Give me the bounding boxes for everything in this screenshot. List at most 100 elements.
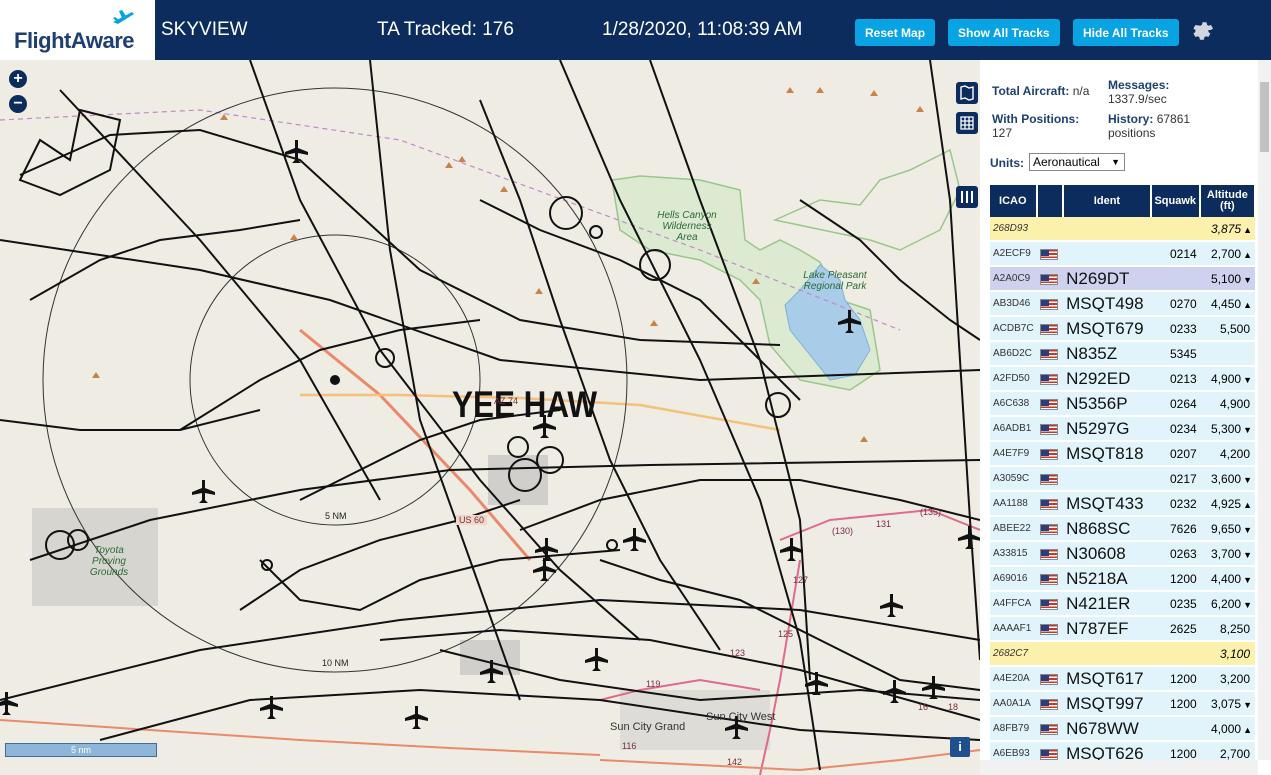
row-altitude: 2,700 ▲ [1199,241,1255,267]
flightaware-logo[interactable]: FlightAware [0,0,155,60]
scrollbar-thumb[interactable] [1260,82,1269,152]
row-icao: AA0A1A [990,691,1037,717]
zoom-out-button[interactable]: − [9,95,27,113]
map-layers-button[interactable] [956,82,978,104]
airplane-logo-icon [113,10,134,24]
row-ident [1063,217,1151,242]
map-view[interactable]: + − YEE HAW Hells Canyon Wilderness Area… [0,60,980,775]
with-positions-label: With Positions: [992,112,1080,126]
altitude-value: 5,300 [1211,421,1242,436]
table-row[interactable]: AB6D2C N835Z 5345 [990,341,1255,367]
table-row[interactable]: A4E20A MSQT617 1200 3,200 [990,666,1255,692]
row-flag [1036,541,1064,567]
row-squawk: 0233 [1150,316,1200,342]
table-row[interactable]: A3059C 0217 3,600 ▼ [990,466,1255,492]
col-ident[interactable]: Ident [1063,185,1152,217]
table-row[interactable]: A69016 N5218A 1200 4,400 ▼ [990,566,1255,592]
altitude-value: 3,075 [1211,696,1242,711]
table-row[interactable]: ACDB7C MSQT679 0233 5,500 [990,316,1255,342]
altitude-value: 3,200 [1219,671,1250,686]
altitude-value: 4,900 [1211,371,1242,386]
info-button[interactable]: i [950,737,970,757]
us-flag-icon [1039,423,1058,435]
row-flag [1036,566,1064,592]
us-flag-icon [1039,598,1058,610]
altitude-trend-icon: ▼ [1243,549,1252,560]
reset-map-button[interactable]: Reset Map [855,19,936,46]
col-flag[interactable] [1036,185,1065,217]
altitude-trend-icon: ▼ [1243,374,1252,385]
aircraft-table: ICAO Ident Squawk Altitude (ft) 268D93 3,… [990,185,1257,767]
row-squawk: 1200 [1150,691,1200,717]
table-row[interactable]: A4FFCA N421ER 0235 6,200 ▼ [990,591,1255,617]
table-row[interactable]: AA1188 MSQT433 0232 4,925 ▲ [990,491,1255,517]
row-altitude: 4,900 [1199,391,1255,417]
road-label-16: 16 [918,702,929,712]
table-row[interactable]: AB3D46 MSQT498 0270 4,450 ▲ [990,291,1255,317]
row-flag [1036,491,1064,517]
show-all-tracks-button[interactable]: Show All Tracks [948,19,1060,46]
park-boundary [772,148,961,251]
grid-toggle-button[interactable] [956,112,978,134]
row-ident: N678WW [1063,716,1151,742]
table-row[interactable]: ABEE22 N868SC 7626 9,650 ▼ [990,516,1255,542]
row-ident [1063,641,1151,667]
row-squawk: 0214 [1150,241,1200,267]
row-squawk: 1200 [1150,566,1200,592]
table-row[interactable]: A4E7F9 MSQT818 0207 4,200 [990,441,1255,467]
table-row[interactable]: 268D93 3,875 ▲ [990,217,1255,242]
altitude-trend-icon: ▲ [1243,249,1252,260]
row-icao: A6C638 [990,391,1037,417]
row-altitude: 3,600 ▼ [1199,466,1255,492]
us-flag-icon [1039,448,1058,460]
table-row[interactable]: AAAAF1 N787EF 2625 8,250 [990,616,1255,642]
history-stat: History: 67861 positions [1108,112,1218,140]
columns-icon [961,191,973,203]
table-row[interactable]: A2FD50 N292ED 0213 4,900 ▼ [990,366,1255,392]
units-select[interactable]: Aeronautical ▼ [1029,153,1125,171]
zoom-in-button[interactable]: + [9,70,27,88]
road-us60 [299,328,532,561]
table-row[interactable]: AA0A1A MSQT997 1200 3,075 ▼ [990,691,1255,717]
row-altitude: 5,300 ▼ [1199,416,1255,442]
altitude-value: 4,200 [1219,446,1250,461]
grid-icon [960,116,974,130]
with-positions-value: 127 [992,126,1013,140]
row-flag [1036,716,1064,742]
table-row[interactable]: A8FB79 N678WW 4,000 ▲ [990,716,1255,742]
row-icao: A3059C [990,466,1037,492]
road-label-127: 127 [793,575,809,585]
table-row[interactable]: 2682C7 3,100 [990,641,1255,667]
row-squawk: 0270 [1150,291,1200,317]
units-value: Aeronautical [1033,155,1100,169]
us-flag-icon [1039,548,1058,560]
col-icao[interactable]: ICAO [990,185,1038,217]
altitude-value: 5,100 [1211,271,1242,286]
sidebar-scrollbar[interactable] [1258,60,1271,760]
table-row[interactable]: A33815 N30608 0263 3,700 ▼ [990,541,1255,567]
us-flag-icon [1039,623,1058,635]
altitude-trend-icon: ▼ [1243,474,1252,485]
gear-icon[interactable] [1190,17,1214,41]
col-squawk[interactable]: Squawk [1150,185,1201,217]
row-flag [1036,391,1064,417]
place-sun-city-west: Sun City West [706,711,776,723]
receiver-site [330,375,340,385]
row-ident: N30608 [1063,541,1151,567]
table-row[interactable]: A6ADB1 N5297G 0234 5,300 ▼ [990,416,1255,442]
total-aircraft-label: Total Aircraft: [992,84,1070,98]
sidebar-horizontal-scrollbar[interactable] [980,760,1258,775]
table-row[interactable]: A6C638 N5356P 0264 4,900 [990,391,1255,417]
col-altitude[interactable]: Altitude (ft) [1199,185,1257,217]
area-label-lake-pleasant: Lake Pleasant Regional Park [803,270,867,292]
row-altitude: 4,200 [1199,441,1255,467]
row-altitude: 3,875 ▲ [1199,217,1255,242]
total-aircraft-value: n/a [1072,84,1090,98]
row-squawk: 0234 [1150,416,1200,442]
row-ident: MSQT997 [1063,691,1151,717]
table-row[interactable]: A2A0C9 N269DT 5,100 ▼ [990,266,1255,292]
history-label: History: [1108,112,1154,126]
hide-all-tracks-button[interactable]: Hide All Tracks [1073,19,1179,46]
column-toggle-button[interactable] [956,186,978,208]
table-row[interactable]: A2ECF9 0214 2,700 ▲ [990,241,1255,267]
